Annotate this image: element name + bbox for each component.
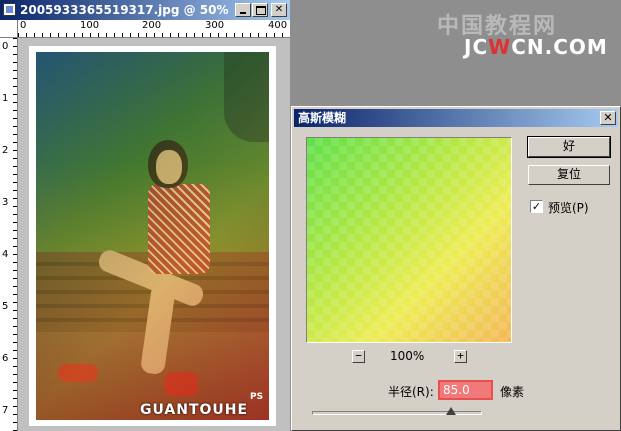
site-logo-accent: W bbox=[488, 35, 512, 59]
ruler-label: 2 bbox=[2, 145, 9, 156]
dialog-title: 高斯模糊 bbox=[298, 111, 347, 125]
preview-label[interactable]: 预览(P) bbox=[548, 199, 589, 216]
ruler-label: 300 bbox=[205, 20, 225, 31]
blur-preview[interactable] bbox=[306, 137, 512, 343]
zoom-out-button[interactable]: − bbox=[352, 350, 365, 363]
document-titlebar[interactable]: 2005933365519317.jpg @ 50% (图... ✕ bbox=[0, 0, 290, 20]
site-logo-part: JC bbox=[464, 35, 489, 59]
photo-frame: PS GUANTOUHE bbox=[29, 46, 276, 426]
ok-button[interactable]: 好 bbox=[527, 136, 611, 158]
dialog-titlebar[interactable]: 高斯模糊 ✕ bbox=[294, 109, 618, 127]
document-title: 2005933365519317.jpg @ 50% (图... bbox=[20, 3, 230, 17]
ruler-label: 5 bbox=[2, 301, 9, 312]
canvas-area[interactable]: PS GUANTOUHE bbox=[18, 38, 290, 431]
ruler-label: 7 bbox=[2, 405, 9, 416]
watermark-big: GUANTOUHE bbox=[140, 402, 249, 418]
radius-slider-thumb[interactable] bbox=[445, 407, 456, 415]
zoom-in-button[interactable]: + bbox=[454, 350, 467, 363]
close-button[interactable]: ✕ bbox=[271, 3, 287, 17]
site-logo-part: CN.COM bbox=[511, 35, 608, 59]
ruler-label: 0 bbox=[20, 20, 27, 31]
ruler-corner[interactable] bbox=[0, 20, 18, 38]
ruler-horizontal[interactable]: 0 100 200 300 400 bbox=[18, 20, 290, 38]
ruler-label: 100 bbox=[80, 20, 100, 31]
watermark-small: PS bbox=[250, 392, 264, 402]
ruler-label: 200 bbox=[142, 20, 162, 31]
ruler-label: 1 bbox=[2, 93, 9, 104]
radius-unit: 像素 bbox=[500, 385, 525, 399]
ruler-label: 0 bbox=[2, 41, 9, 52]
photo[interactable]: PS GUANTOUHE bbox=[36, 52, 269, 420]
reset-button[interactable]: 复位 bbox=[528, 165, 610, 185]
maximize-button[interactable] bbox=[252, 3, 268, 17]
ruler-label: 6 bbox=[2, 353, 9, 364]
ruler-vertical[interactable]: 0 1 2 3 4 5 6 7 bbox=[0, 38, 18, 431]
preview-checker-pattern bbox=[307, 138, 511, 342]
ruler-label: 400 bbox=[268, 20, 288, 31]
gaussian-blur-dialog: 高斯模糊 ✕ − 100% + 好 复位 ✓ 预览(P) 半径(R): 85.0… bbox=[291, 106, 621, 431]
minimize-button[interactable] bbox=[235, 3, 251, 17]
site-logo-english: JCWCN.COM bbox=[464, 35, 608, 59]
radius-label: 半径(R): bbox=[388, 385, 434, 399]
radius-input[interactable]: 85.0 bbox=[438, 380, 493, 400]
preview-checkbox[interactable]: ✓ bbox=[530, 200, 543, 213]
document-icon bbox=[3, 3, 16, 16]
dialog-close-icon[interactable]: ✕ bbox=[600, 111, 616, 125]
ruler-label: 3 bbox=[2, 197, 9, 208]
document-window: 2005933365519317.jpg @ 50% (图... ✕ 0 100… bbox=[0, 0, 290, 431]
photo-color-overlay bbox=[36, 52, 269, 420]
ruler-label: 4 bbox=[2, 249, 9, 260]
radius-slider[interactable] bbox=[312, 407, 482, 415]
zoom-value: 100% bbox=[390, 349, 425, 363]
